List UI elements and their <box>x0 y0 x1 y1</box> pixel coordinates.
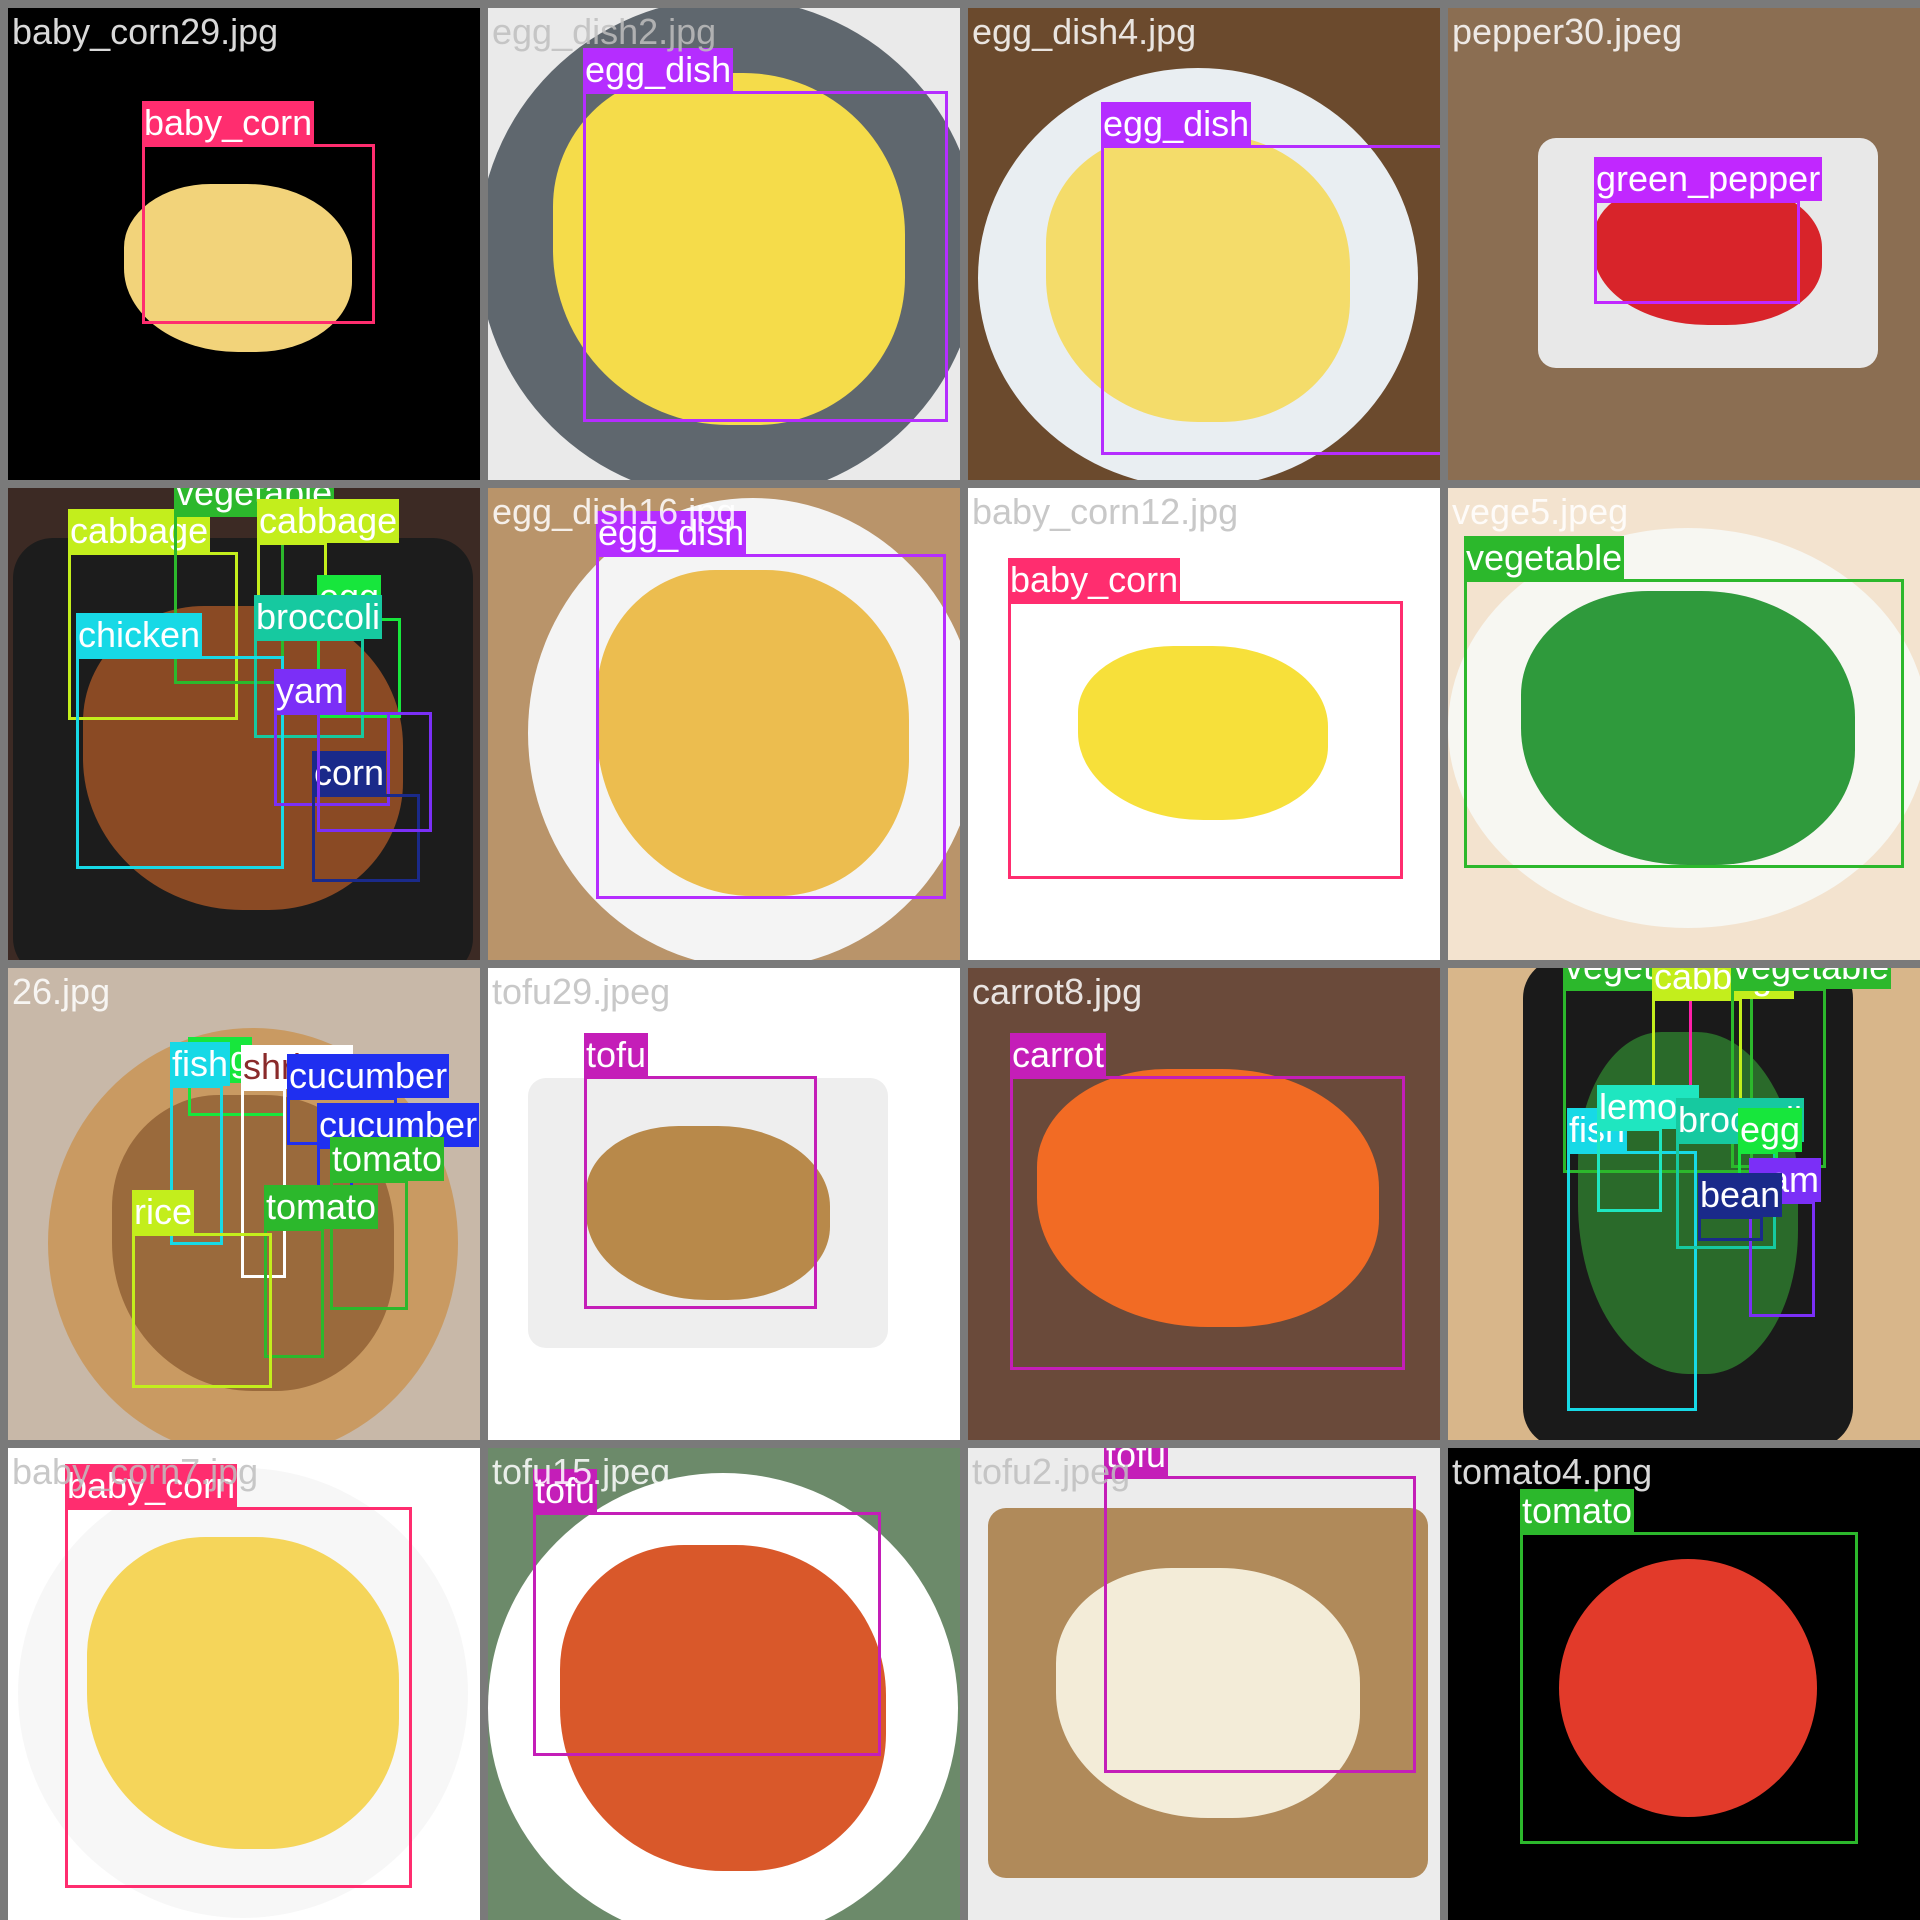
detection-label: vegetable <box>1464 536 1625 580</box>
file-name: tomato4.png <box>1452 1451 1653 1492</box>
image-tile[interactable]: 26.jpgeggfishshrimpcucumbercucumbertomat… <box>8 968 480 1440</box>
detection-label: egg_dish <box>583 48 734 92</box>
detection-label: bean <box>1698 1173 1783 1217</box>
file-name: vege5.jpeg <box>1452 491 1629 532</box>
detection-box[interactable]: baby_corn <box>142 101 375 324</box>
detection-label: yam <box>274 669 347 713</box>
detection-label: egg_dish <box>1101 102 1252 146</box>
file-name: 26.jpg <box>12 971 111 1012</box>
image-tile[interactable]: tofu15.jpeg tofu <box>488 1448 960 1920</box>
detection-box[interactable]: egg_dish <box>1101 102 1440 455</box>
image-tile[interactable]: pepper30.jpeg green_pepper <box>1448 8 1920 480</box>
image-tile[interactable]: tomato4.png tomato <box>1448 1448 1920 1920</box>
image-tile[interactable]: egg_dish4.jpg egg_dish <box>968 8 1440 480</box>
file-name: baby_corn29.jpg <box>12 11 279 52</box>
file-name: tofu15.jpeg <box>492 1451 671 1492</box>
detection-label: baby_corn <box>1008 558 1181 602</box>
image-tile[interactable]: tofu2.jpeg tofu <box>968 1448 1440 1920</box>
detection-box[interactable]: lemon <box>1597 1085 1700 1212</box>
detection-box[interactable] <box>317 712 432 832</box>
detection-box[interactable]: bean <box>1698 1173 1783 1241</box>
image-tile[interactable]: baby_corn12.jpg baby_corn <box>968 488 1440 960</box>
file-name: tofu2.jpeg <box>972 1451 1131 1492</box>
file-name: tofu29.jpeg <box>492 971 671 1012</box>
file-name: baby_corn12.jpg <box>972 491 1239 532</box>
detection-box[interactable]: egg_dish <box>583 48 948 422</box>
detection-box[interactable]: green_pepper <box>1594 157 1823 304</box>
detection-label: carrot <box>1010 1033 1107 1077</box>
detection-label: rice <box>132 1190 195 1234</box>
file-name: egg_dish4.jpg <box>972 11 1197 52</box>
detection-box[interactable]: chicken <box>76 613 284 869</box>
detection-box[interactable]: tofu <box>584 1033 817 1309</box>
detection-label: cucumber <box>287 1054 450 1098</box>
image-tile[interactable]: tofu29.jpeg tofu <box>488 968 960 1440</box>
detection-label: baby_corn <box>142 101 315 145</box>
detection-label: chicken <box>76 613 203 657</box>
detection-label: tofu <box>584 1033 649 1077</box>
detection-label: fish <box>170 1042 231 1086</box>
detection-label: egg <box>1738 1108 1803 1152</box>
file-name: baby_corn7.jpg <box>12 1451 259 1492</box>
image-tile[interactable]: egg_dish2.jpg egg_dish <box>488 8 960 480</box>
file-name: carrot8.jpg <box>972 971 1143 1012</box>
detection-box[interactable]: egg_dish <box>596 511 946 899</box>
file-name: pepper30.jpeg <box>1452 11 1683 52</box>
image-tile[interactable]: baby_corn29.jpg baby_corn <box>8 8 480 480</box>
detection-box[interactable]: baby_corn <box>65 1464 412 1888</box>
detection-label: cabbage <box>257 499 400 543</box>
image-tile[interactable]: carrot8.jpg carrot <box>968 968 1440 1440</box>
file-name: egg_dish2.jpg <box>492 11 717 52</box>
detection-label: tomato <box>264 1185 379 1229</box>
detection-box[interactable]: baby_corn <box>1008 558 1403 879</box>
file-name: egg_dish16.jpg <box>492 491 737 532</box>
detection-box[interactable]: tomato <box>264 1185 379 1358</box>
detection-label: tomato <box>330 1137 445 1181</box>
detection-label: tomato <box>1520 1489 1635 1533</box>
detection-box[interactable]: tofu <box>1104 1448 1416 1773</box>
image-tile[interactable]: baby_corn7.jpg baby_corn <box>8 1448 480 1920</box>
detection-box[interactable]: tomato <box>1520 1489 1858 1844</box>
image-tile[interactable]: vegetablecarrotcabbagevegetablefishlemon… <box>1448 968 1920 1440</box>
detection-label: green_pepper <box>1594 157 1823 201</box>
image-tile[interactable]: egg_dish16.jpg egg_dish <box>488 488 960 960</box>
detection-box[interactable]: tofu <box>533 1469 881 1756</box>
image-tile[interactable]: cabbagevegetablecabbageeggbroccolichicke… <box>8 488 480 960</box>
detection-box[interactable]: rice <box>132 1190 272 1388</box>
detection-box[interactable]: carrot <box>1010 1033 1405 1370</box>
detection-label: broccoli <box>254 595 383 639</box>
image-tile[interactable]: vege5.jpeg vegetable <box>1448 488 1920 960</box>
detection-label: vegetable <box>1731 968 1892 989</box>
detection-box[interactable]: vegetable <box>1464 536 1904 868</box>
mosaic-grid: baby_corn29.jpg baby_corn egg_dish2.jpg egg… <box>0 0 1920 1920</box>
